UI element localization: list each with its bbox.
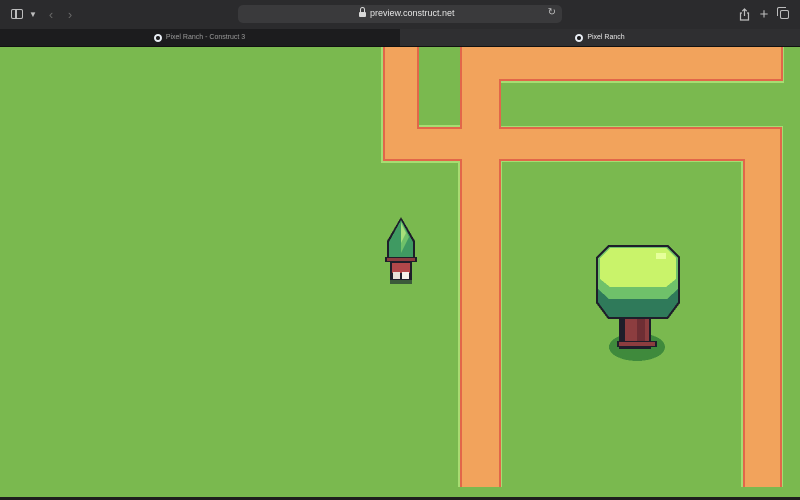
tab-construct-editor[interactable]: Pixel Ranch - Construct 3 xyxy=(0,29,399,46)
reload-icon[interactable]: ↻ xyxy=(548,7,556,18)
share-icon[interactable] xyxy=(738,6,750,22)
forward-icon[interactable]: › xyxy=(64,6,76,22)
lock-icon xyxy=(359,7,366,17)
tab-label: Pixel Ranch - Construct 3 xyxy=(165,34,246,41)
tab-label: Pixel Ranch xyxy=(587,34,625,41)
tab-bar: Pixel Ranch - Construct 3 Pixel Ranch xyxy=(0,29,800,47)
game-scene xyxy=(0,47,800,497)
back-icon[interactable]: ‹ xyxy=(45,6,57,22)
chevron-down-icon[interactable]: ▼ xyxy=(28,6,38,22)
sidebar-icon[interactable] xyxy=(10,6,24,22)
browser-toolbar: ▼ ‹ › preview.construct.net ↻ + xyxy=(0,0,800,29)
new-tab-icon[interactable]: + xyxy=(758,6,770,23)
address-bar[interactable]: preview.construct.net ↻ xyxy=(238,5,562,23)
construct-favicon-icon xyxy=(575,33,584,42)
construct-favicon-icon xyxy=(153,33,162,42)
url-text: preview.construct.net xyxy=(370,8,455,18)
game-canvas[interactable] xyxy=(0,47,800,497)
tabs-overview-icon[interactable] xyxy=(776,6,790,22)
tab-game-preview[interactable]: Pixel Ranch xyxy=(400,29,800,46)
